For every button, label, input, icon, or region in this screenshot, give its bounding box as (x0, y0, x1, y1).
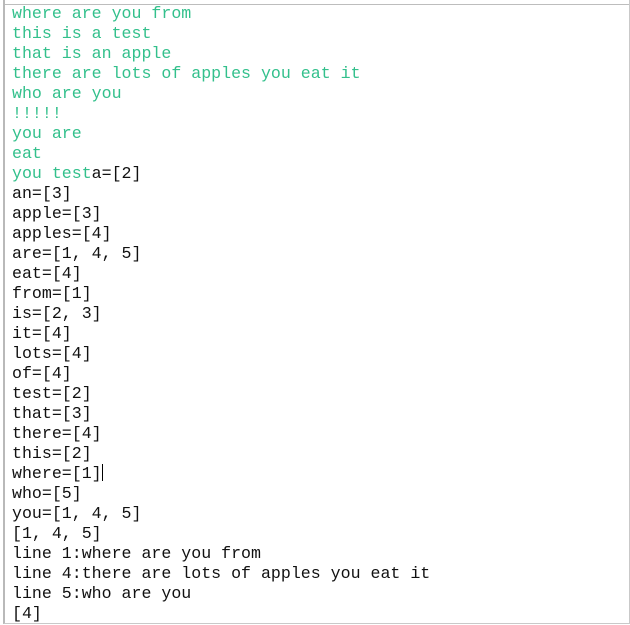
input-text: that is an apple (12, 44, 172, 63)
output-text: a=[2] (91, 164, 142, 183)
console-line: eat=[4] (12, 264, 430, 284)
console-output[interactable]: where are you from this is a test that is … (12, 4, 430, 624)
console-line: are=[1, 4, 5] (12, 244, 430, 264)
console-line: who are you (12, 84, 430, 104)
console-line: apples=[4] (12, 224, 430, 244)
console-line: !!!!! (12, 104, 430, 124)
input-text: this is a test (12, 24, 152, 43)
input-text: you test (12, 164, 92, 183)
output-text: are=[1, 4, 5] (12, 244, 142, 263)
output-text: apples=[4] (12, 224, 112, 243)
output-text: is=[2, 3] (12, 304, 102, 323)
console-line: who=[5] (12, 484, 430, 504)
console-line: line 5:who are you (12, 584, 430, 604)
output-text: [4] (12, 604, 42, 623)
console-line: lots=[4] (12, 344, 430, 364)
console-line: you testa=[2] (12, 164, 430, 184)
text-cursor (101, 464, 103, 481)
output-text: line 1:where are you from (12, 544, 261, 563)
input-text: !!!!! (12, 104, 62, 123)
console-line: it=[4] (12, 324, 430, 344)
console-line: test=[2] (12, 384, 430, 404)
output-text: line 4:there are lots of apples you eat … (12, 564, 431, 583)
input-text: where are you from (12, 4, 192, 23)
console-line: there=[4] (12, 424, 430, 444)
output-text: where=[1] (12, 464, 102, 483)
output-text: who=[5] (12, 484, 82, 503)
console-line: [1, 4, 5] (12, 524, 430, 544)
console-line: there are lots of apples you eat it (12, 64, 430, 84)
console-line: of=[4] (12, 364, 430, 384)
output-text: test=[2] (12, 384, 92, 403)
console-line: that=[3] (12, 404, 430, 424)
console-line: where=[1] (12, 464, 430, 484)
console-line: an=[3] (12, 184, 430, 204)
console-line: that is an apple (12, 44, 430, 64)
output-text: that=[3] (12, 404, 92, 423)
output-text: it=[4] (12, 324, 72, 343)
output-text: of=[4] (12, 364, 72, 383)
console-line: you=[1, 4, 5] (12, 504, 430, 524)
output-text: [1, 4, 5] (12, 524, 102, 543)
console-line: from=[1] (12, 284, 430, 304)
console-line: where are you from (12, 4, 430, 24)
console-line: is=[2, 3] (12, 304, 430, 324)
input-text: there are lots of apples you eat it (12, 64, 361, 83)
input-text: who are you (12, 84, 122, 103)
output-text: eat=[4] (12, 264, 82, 283)
input-text: you are (12, 124, 82, 143)
console-line: line 1:where are you from (12, 544, 430, 564)
output-text: from=[1] (12, 284, 92, 303)
console-line: [4] (12, 604, 430, 624)
console-line: this=[2] (12, 444, 430, 464)
output-text: there=[4] (12, 424, 102, 443)
console-line: line 4:there are lots of apples you eat … (12, 564, 430, 584)
output-text: this=[2] (12, 444, 92, 463)
output-text: lots=[4] (12, 344, 92, 363)
console-line: eat (12, 144, 430, 164)
output-text: an=[3] (12, 184, 72, 203)
console-line: apple=[3] (12, 204, 430, 224)
output-text: apple=[3] (12, 204, 102, 223)
input-text: eat (12, 144, 42, 163)
console-line: this is a test (12, 24, 430, 44)
output-text: line 5:who are you (12, 584, 192, 603)
output-text: you=[1, 4, 5] (12, 504, 142, 523)
console-line: you are (12, 124, 430, 144)
